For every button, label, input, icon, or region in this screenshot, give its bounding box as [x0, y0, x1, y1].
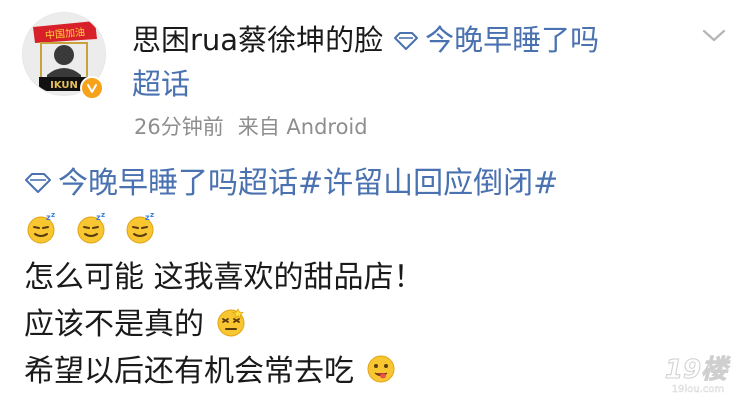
post-line-4-text: 应该不是真的 — [24, 307, 204, 342]
post-source: 来自 Android — [237, 115, 368, 139]
super-topic-link-continued[interactable]: 超话 — [132, 64, 190, 104]
post-meta: 26分钟前 来自 Android — [134, 112, 368, 142]
site-watermark: 19楼 19lou.com — [664, 355, 731, 396]
svg-text:z: z — [51, 211, 55, 219]
post-line-3: 怎么可能 这我喜欢的甜品店！ — [24, 260, 424, 295]
super-topic-name: 今晚早睡了吗 — [425, 23, 600, 57]
svg-text:z: z — [150, 211, 154, 219]
user-line: 思困rua蔡徐坤的脸 今晚早睡了吗 — [132, 20, 692, 61]
post-header: 中国加油 IKUN 思困rua蔡徐坤的脸 今晚早睡了吗 超话 26分钟前 来自 An… — [0, 0, 750, 150]
post-body: 今晚早睡了吗超话#许留山回应倒闭# zz zz zz 怎么可能 这我喜欢的甜品店… — [24, 160, 724, 395]
super-topic-tag[interactable]: 今晚早睡了吗超话 — [24, 166, 298, 201]
post-line-5: 希望以后还有机会常去吃 — [24, 348, 724, 395]
avatar-caption-text: IKUN — [50, 80, 78, 91]
sleepy-emoji-icon: zz — [74, 211, 108, 245]
post-line-5-text: 希望以后还有机会常去吃 — [24, 354, 354, 389]
hashtag-link[interactable]: #许留山回应倒闭# — [298, 166, 558, 201]
sleepy-emoji-icon: zz — [24, 211, 58, 245]
watermark-big-text: 19楼 — [665, 355, 731, 385]
post-line-2: zz zz zz — [24, 207, 724, 254]
chevron-down-icon[interactable] — [700, 26, 728, 46]
post-time: 26分钟前 — [134, 115, 224, 139]
diamond-icon — [24, 161, 52, 208]
sleepy-emoji-icon: zz — [123, 211, 157, 245]
username[interactable]: 思困rua蔡徐坤的脸 — [132, 23, 383, 57]
svg-text:z: z — [101, 211, 105, 219]
dizzy-emoji-icon — [214, 305, 248, 339]
verified-badge-icon — [80, 76, 104, 100]
drooling-emoji-icon — [364, 352, 398, 386]
super-topic-link[interactable]: 今晚早睡了吗 — [393, 23, 599, 57]
super-topic-tag-text: 今晚早睡了吗超话 — [58, 166, 298, 201]
post-line-1: 今晚早睡了吗超话#许留山回应倒闭# — [24, 160, 724, 207]
watermark-small-text: 19lou.com — [672, 384, 725, 395]
diamond-icon — [393, 21, 419, 61]
post-line-4: 应该不是真的 — [24, 301, 724, 348]
